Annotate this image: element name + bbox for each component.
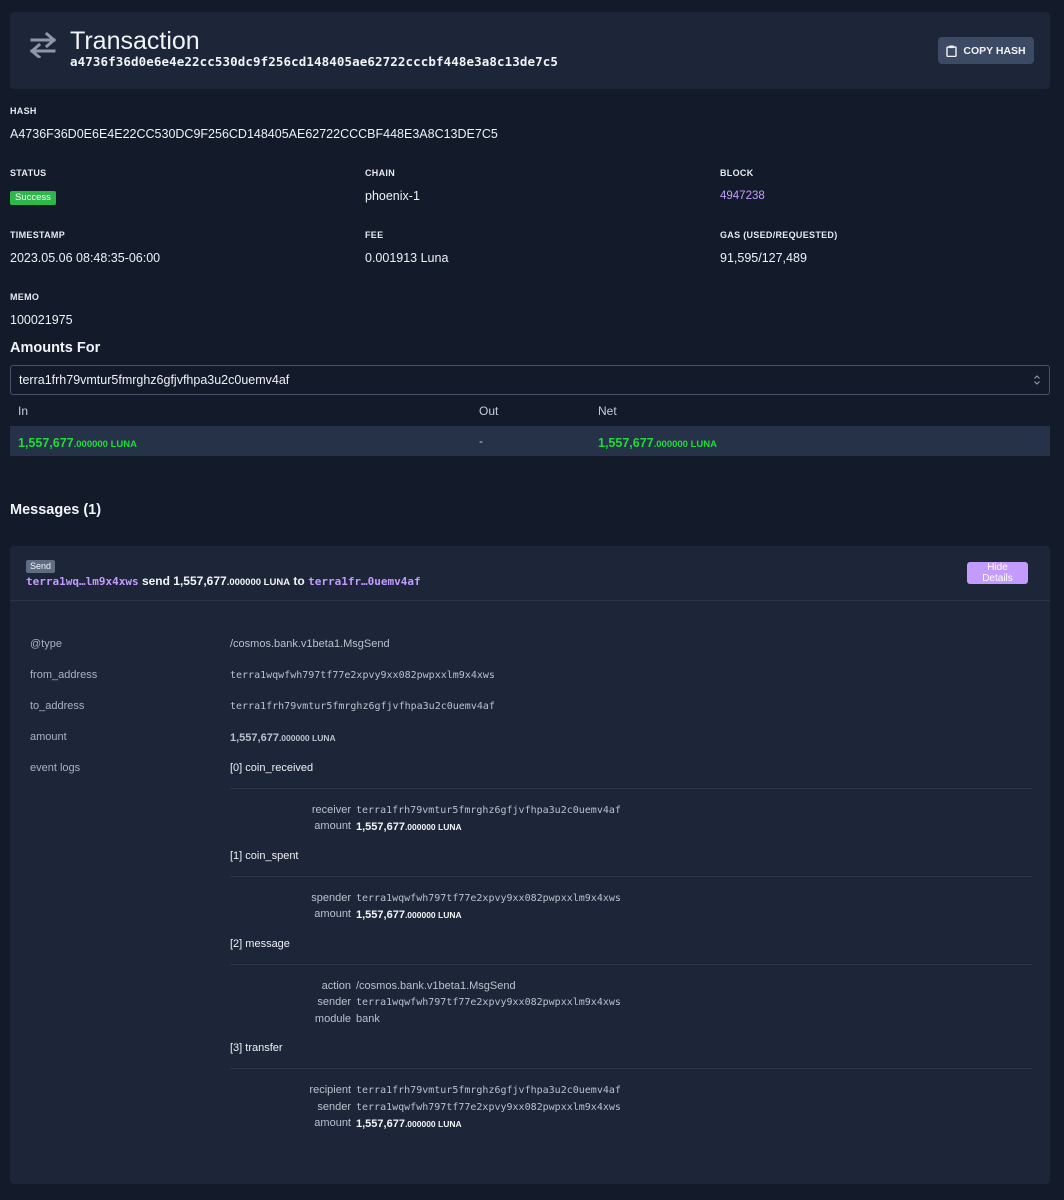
event-key: sender	[317, 1101, 351, 1113]
message-card: Send terra1wq…lm9x4xws send 1,557,677.00…	[10, 546, 1050, 1184]
event-key: amount	[314, 908, 351, 920]
table-row: 1,557,677.000000 LUNA - 1,557,677.000000…	[10, 426, 1050, 456]
detail-to-address-link[interactable]: terra1frh79vmtur5fmrghz6gfjvfhpa3u2c0uem…	[230, 701, 495, 712]
event-key: sender	[317, 996, 351, 1008]
address-select[interactable]: terra1frh79vmtur5fmrghz6gfjvfhpa3u2c0uem…	[10, 365, 1050, 395]
memo-value: 100021975	[10, 313, 73, 327]
event-divider	[230, 1068, 1032, 1069]
col-in-header: In	[18, 404, 29, 418]
hash-value: A4736F36D0E6E4E22CC530DC9F256CD148405AE6…	[10, 127, 498, 141]
event-title: [2] message	[230, 938, 290, 950]
detail-key-events: event logs	[30, 762, 81, 774]
header-hash: a4736f36d0e6e4e22cc530dc9f256cd148405ae6…	[70, 54, 559, 69]
gas-value: 91,595/127,489	[720, 251, 807, 265]
send-verb: send	[141, 574, 170, 588]
event-divider	[230, 788, 1032, 789]
detail-value-amount: 1,557,677.000000 LUNA	[230, 732, 336, 744]
event-title: [1] coin_spent	[230, 850, 299, 862]
block-link[interactable]: 4947238	[720, 190, 765, 202]
event-key: amount	[314, 1117, 351, 1129]
fee-value: 0.001913 Luna	[365, 251, 449, 265]
event-amount: 1,557,677.000000 LUNA	[356, 821, 462, 833]
messages-title: Messages (1)	[10, 502, 102, 518]
col-net-header: Net	[598, 404, 617, 418]
event-address-link[interactable]: terra1wqwfwh797tf77e2xpvy9xx082pwpxxlm9x…	[356, 893, 621, 904]
message-type-badge: Send	[26, 560, 56, 573]
event-divider	[230, 964, 1032, 965]
event-address-link[interactable]: terra1wqwfwh797tf77e2xpvy9xx082pwpxxlm9x…	[356, 1102, 621, 1113]
gas-label: GAS (USED/REQUESTED)	[720, 230, 838, 240]
status-badge: Success	[10, 191, 56, 205]
timestamp-value: 2023.05.06 08:48:35-06:00	[10, 251, 161, 265]
clipboard-icon	[946, 45, 958, 57]
event-value: /cosmos.bank.v1beta1.MsgSend	[356, 980, 516, 992]
memo-label: MEMO	[10, 292, 40, 302]
fee-label: FEE	[365, 230, 384, 240]
to-word: to	[293, 574, 305, 588]
detail-key-from: from_address	[30, 669, 98, 681]
event-divider	[230, 876, 1032, 877]
address-select-value: terra1frh79vmtur5fmrghz6gfjvfhpa3u2c0uem…	[19, 373, 290, 387]
hash-label: HASH	[10, 106, 37, 116]
event-address-link[interactable]: terra1frh79vmtur5fmrghz6gfjvfhpa3u2c0uem…	[356, 805, 621, 816]
chain-label: CHAIN	[365, 168, 395, 178]
event-title: [3] transfer	[230, 1042, 283, 1054]
status-label: STATUS	[10, 168, 47, 178]
event-key: module	[314, 1013, 351, 1025]
net-amount: 1,557,677.000000 LUNA	[598, 436, 717, 450]
to-address-link[interactable]: terra1fr…0uemv4af	[308, 575, 421, 588]
detail-value-type: /cosmos.bank.v1beta1.MsgSend	[230, 638, 390, 650]
page-title: Transaction	[70, 27, 200, 55]
copy-hash-button[interactable]: COPY HASH	[938, 37, 1034, 64]
transaction-header: Transaction a4736f36d0e6e4e22cc530dc9f25…	[10, 12, 1050, 89]
chain-value: phoenix-1	[365, 189, 420, 203]
block-label: BLOCK	[720, 168, 754, 178]
from-address-link[interactable]: terra1wq…lm9x4xws	[26, 575, 139, 588]
event-address-link[interactable]: terra1wqwfwh797tf77e2xpvy9xx082pwpxxlm9x…	[356, 997, 621, 1008]
select-arrows-icon	[1034, 375, 1040, 385]
detail-key-to: to_address	[30, 700, 85, 712]
event-amount: 1,557,677.000000 LUNA	[356, 1118, 462, 1130]
col-out-header: Out	[479, 404, 499, 418]
event-key: recipient	[309, 1084, 351, 1096]
event-title: [0] coin_received	[230, 762, 314, 774]
event-address-link[interactable]: terra1frh79vmtur5fmrghz6gfjvfhpa3u2c0uem…	[356, 1085, 621, 1096]
detail-key-type: @type	[30, 638, 62, 650]
timestamp-label: TIMESTAMP	[10, 230, 66, 240]
amounts-title: Amounts For	[10, 340, 101, 356]
in-amount: 1,557,677.000000 LUNA	[18, 436, 137, 450]
arrows-exchange-icon	[29, 32, 57, 58]
copy-hash-label: COPY HASH	[963, 44, 1026, 57]
event-key: receiver	[311, 804, 351, 816]
event-key: amount	[314, 820, 351, 832]
event-key: action	[321, 980, 351, 992]
message-header: Send terra1wq…lm9x4xws send 1,557,677.00…	[10, 546, 1050, 601]
detail-key-amount: amount	[30, 731, 67, 743]
hide-details-button[interactable]: Hide Details	[967, 562, 1028, 584]
out-amount: -	[479, 434, 483, 448]
event-key: spender	[311, 892, 351, 904]
message-summary: terra1wq…lm9x4xws send 1,557,677.000000 …	[26, 574, 421, 588]
event-amount: 1,557,677.000000 LUNA	[356, 909, 462, 921]
event-value: bank	[356, 1013, 380, 1025]
summary-amount: 1,557,677.000000 LUNA	[173, 574, 291, 588]
detail-from-address-link[interactable]: terra1wqwfwh797tf77e2xpvy9xx082pwpxxlm9x…	[230, 670, 495, 681]
